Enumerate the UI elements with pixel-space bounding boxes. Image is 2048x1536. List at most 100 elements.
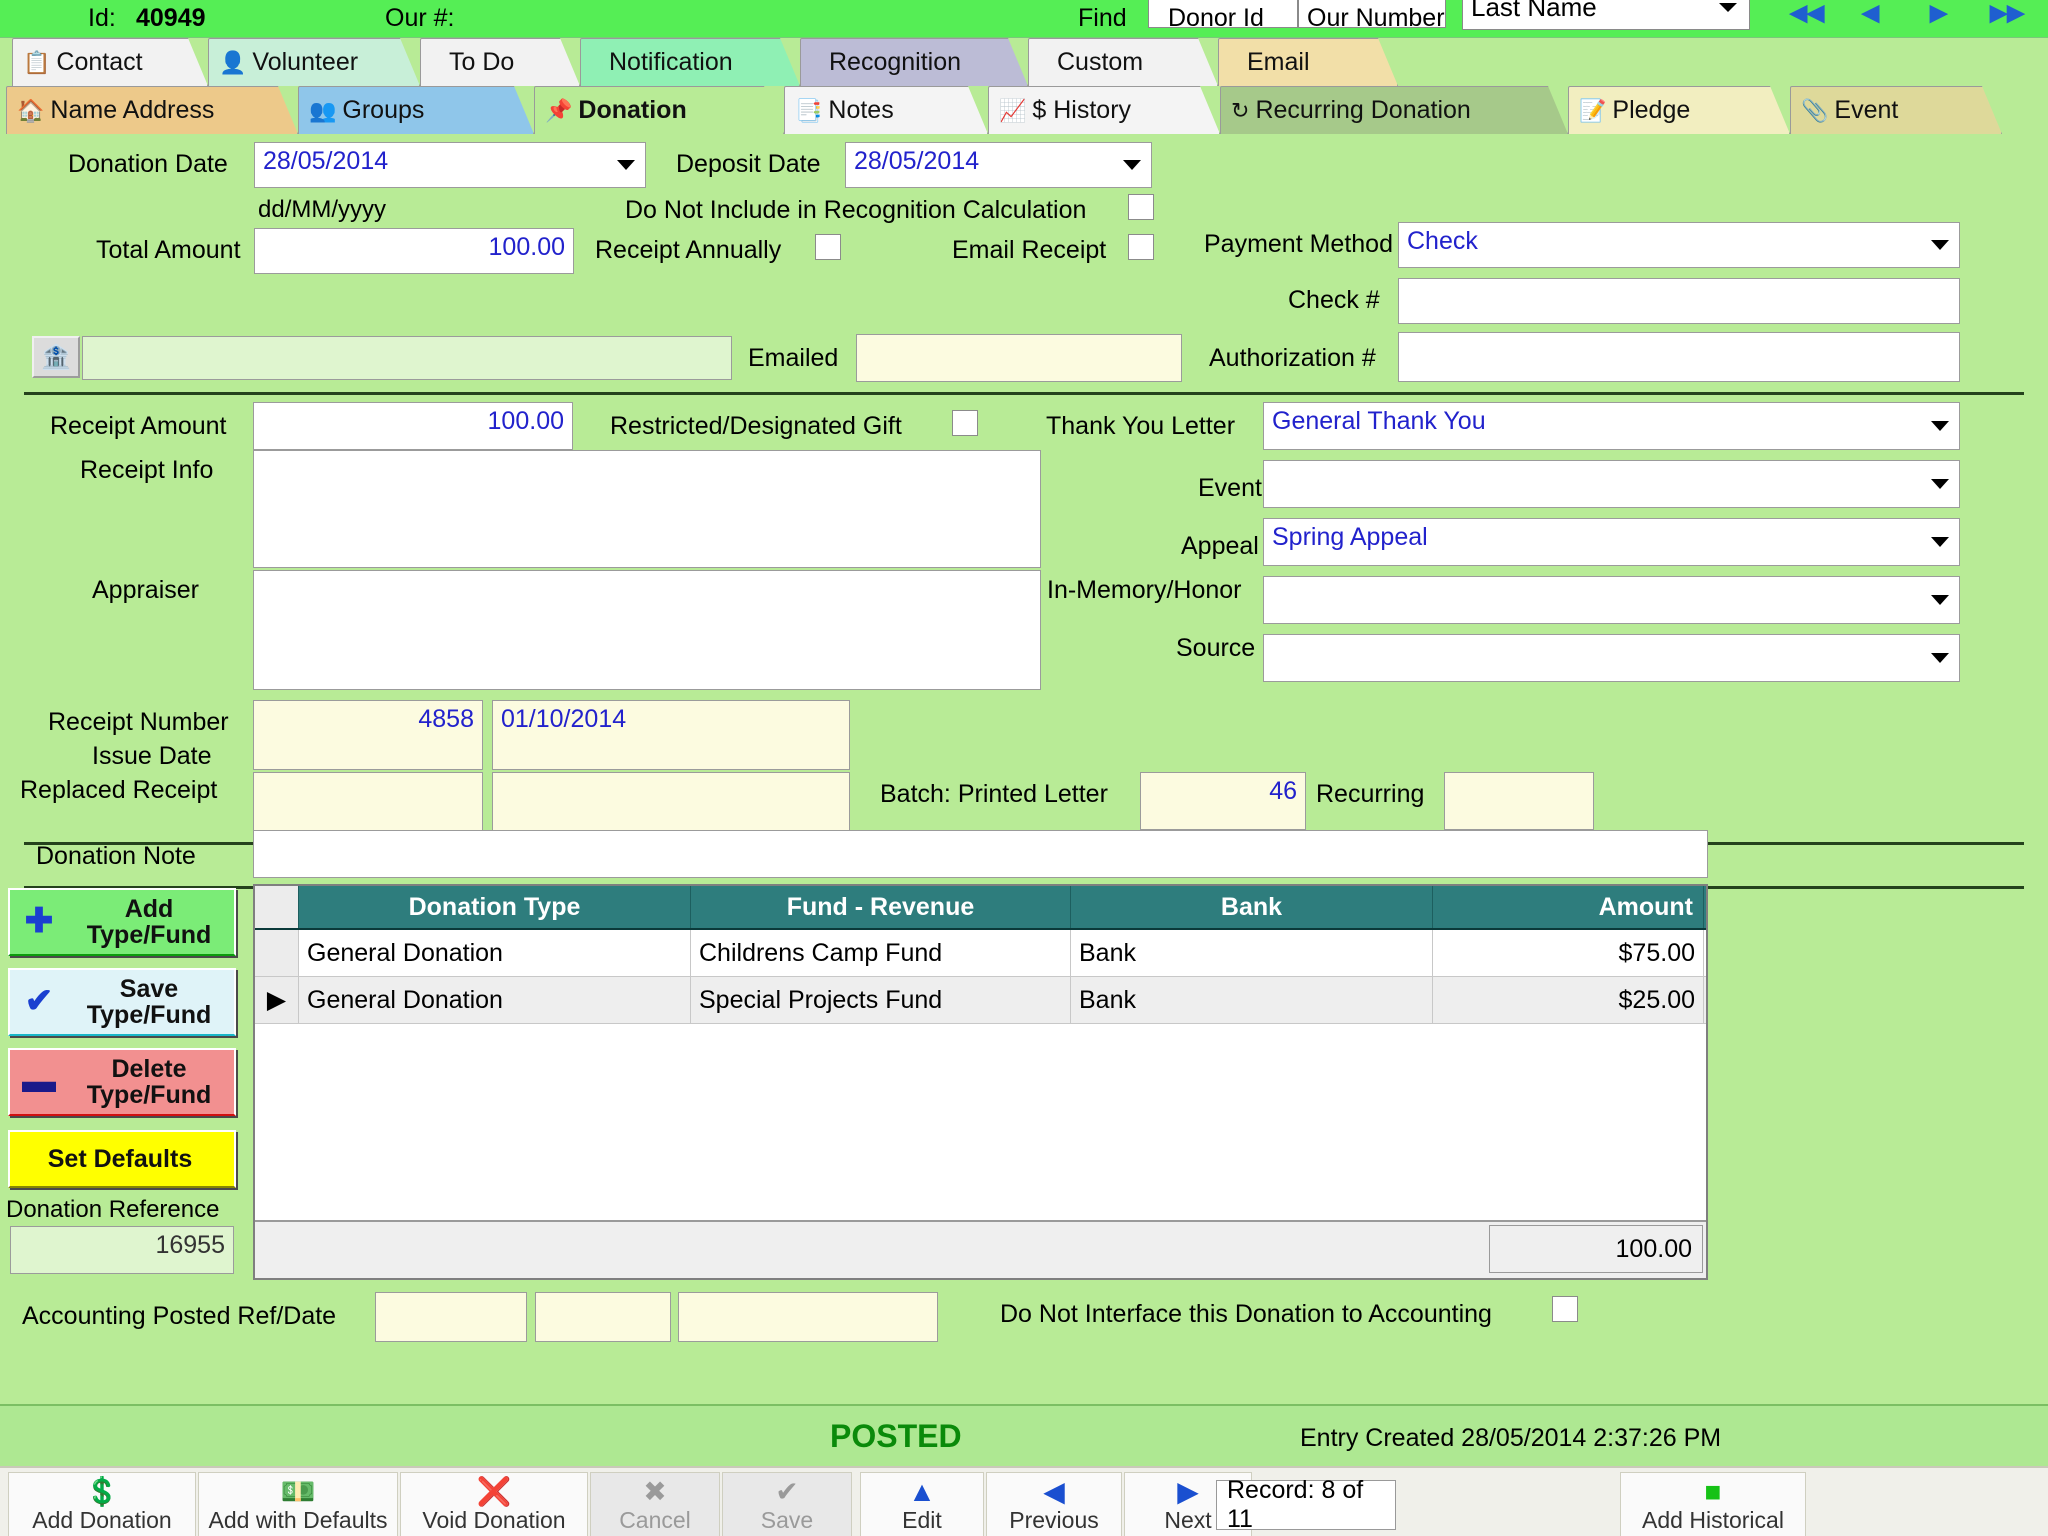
accounting-ref-input[interactable] [375,1292,527,1342]
set-defaults-button[interactable]: Set Defaults [8,1130,236,1188]
tab-email[interactable]: Email [1218,38,1398,86]
add-type-fund-button[interactable]: ✚ Add Type/Fund [8,888,236,956]
save-type-fund-button[interactable]: ✔ Save Type/Fund [8,968,236,1036]
do-not-interface-checkbox[interactable] [1552,1296,1578,1322]
save-label: Save [760,1507,814,1533]
table-row[interactable]: General Donation Childrens Camp Fund Ban… [255,930,1706,977]
total-amount-label: Total Amount [96,236,241,264]
status-badge: POSTED [830,1418,962,1454]
grid-header-fund-revenue[interactable]: Fund - Revenue [691,886,1071,928]
source-select[interactable] [1263,634,1960,682]
appraiser-textarea[interactable] [253,570,1041,690]
search-by-select[interactable]: Last Name [1462,0,1750,30]
divider-1 [24,392,2024,395]
grid-total-amount: 100.00 [1489,1225,1703,1273]
tab-event[interactable]: 📎 Event [1790,86,2002,134]
tab-donation[interactable]: 📌 Donation [534,86,784,134]
record-counter: Record: 8 of 11 [1216,1476,1396,1533]
tab-notification[interactable]: Notification [580,38,800,86]
grid-header-bank[interactable]: Bank [1071,886,1433,928]
tab-pledge-label: Pledge [1612,96,1691,124]
tab-groups-label: Groups [342,96,425,124]
void-donation-button[interactable]: ❌ Void Donation [400,1472,588,1536]
donation-date-input[interactable]: 28/05/2014 [254,142,646,188]
do-not-include-checkbox[interactable] [1128,194,1154,220]
row-selector[interactable]: ▶ [255,977,299,1023]
batch-input[interactable]: 46 [1140,772,1306,830]
donation-note-label: Donation Note [36,842,196,870]
accounting-date-input[interactable] [535,1292,671,1342]
clipboard-icon: 📋 [23,49,51,75]
tab-custom[interactable]: Custom [1028,38,1218,86]
edit-button[interactable]: ▲ Edit [860,1472,984,1536]
previous-record-icon[interactable]: ◂ [1862,0,1879,32]
receipt-number-input[interactable]: 4858 [253,700,483,770]
event-label: Event [1198,474,1262,502]
tab-notes[interactable]: 📑 Notes [784,86,988,134]
table-row[interactable]: ▶ General Donation Special Projects Fund… [255,977,1706,1024]
authorization-input[interactable] [1398,332,1960,382]
next-record-icon[interactable]: ▸ [1930,0,1947,32]
add-historical-button[interactable]: ■ Add Historical [1620,1472,1806,1536]
accounting-extra-input[interactable] [678,1292,938,1342]
issue-date-input[interactable]: 01/10/2014 [492,700,850,770]
first-record-icon[interactable]: ◂◂ [1790,0,1824,32]
grid-header-amount[interactable]: Amount [1433,886,1704,928]
tab-volunteer[interactable]: 👤 Volunteer [208,38,420,86]
grid-header-donation-type[interactable]: Donation Type [299,886,691,928]
donation-reference-label: Donation Reference [6,1196,220,1223]
check-number-input[interactable] [1398,278,1960,324]
email-receipt-checkbox[interactable] [1128,234,1154,260]
replaced-receipt-date-input[interactable] [492,772,850,832]
appeal-select[interactable]: Spring Appeal [1263,518,1960,566]
tab-name-address[interactable]: 🏠 Name Address [6,86,298,134]
receipt-amount-input[interactable]: 100.00 [253,402,573,450]
tab-history[interactable]: 📈 $ History [988,86,1220,134]
add-donation-button[interactable]: 💲 Add Donation [8,1472,196,1536]
issue-date-label: Issue Date [92,742,212,770]
add-with-defaults-button[interactable]: 💵 Add with Defaults [198,1472,398,1536]
total-amount-input[interactable]: 100.00 [254,228,574,274]
tab-contact[interactable]: 📋 Contact [12,38,208,86]
add-type-fund-label: Add Type/Fund [86,894,212,949]
recycle-icon: ↻ [1231,97,1250,123]
tab-todo[interactable]: To Do [420,38,580,86]
replaced-receipt-input[interactable] [253,772,483,832]
green-box-icon: ■ [1704,1476,1722,1507]
type-fund-grid[interactable]: Donation Type Fund - Revenue Bank Amount… [253,884,1708,1280]
previous-button[interactable]: ◀ Previous [986,1472,1122,1536]
tab-volunteer-label: Volunteer [252,48,359,76]
receipt-annually-checkbox[interactable] [815,234,841,260]
tab-pledge[interactable]: 📝 Pledge [1568,86,1790,134]
receipt-info-textarea[interactable] [253,450,1041,568]
payment-method-value: Check [1407,227,1478,255]
tab-donation-label: Donation [578,96,687,124]
event-select[interactable] [1263,460,1960,508]
source-label: Source [1176,634,1256,662]
tab-recognition[interactable]: Recognition [800,38,1028,86]
chevron-down-icon [1719,3,1737,12]
add-with-defaults-label: Add with Defaults [208,1507,388,1533]
add-historical-label: Add Historical [1642,1507,1784,1533]
emailed-field[interactable] [856,334,1182,382]
receipt-info-label: Receipt Info [80,456,214,484]
recurring-input[interactable] [1444,772,1594,830]
row-selector[interactable] [255,930,299,976]
delete-type-fund-button[interactable]: ▬ Delete Type/Fund [8,1048,236,1116]
tab-recurring-donation[interactable]: ↻ Recurring Donation [1220,86,1568,134]
row-bank: Bank [1071,930,1433,976]
last-record-icon[interactable]: ▸▸ [1990,0,2024,32]
appraiser-label: Appraiser [92,576,199,604]
bank-icon[interactable]: 🏦 [32,336,80,378]
thank-you-letter-select[interactable]: General Thank You [1263,402,1960,450]
payment-method-select[interactable]: Check [1398,222,1960,268]
tab-groups[interactable]: 👥 Groups [298,86,534,134]
in-memory-select[interactable] [1263,576,1960,624]
chevron-down-icon [1931,421,1949,431]
delete-type-fund-label: Delete Type/Fund [86,1054,212,1109]
donation-note-input[interactable] [253,830,1708,878]
deposit-date-label: Deposit Date [676,150,821,178]
deposit-date-input[interactable]: 28/05/2014 [845,142,1152,188]
restricted-gift-checkbox[interactable] [952,410,978,436]
do-not-interface-label: Do Not Interface this Donation to Accoun… [1000,1300,1492,1328]
